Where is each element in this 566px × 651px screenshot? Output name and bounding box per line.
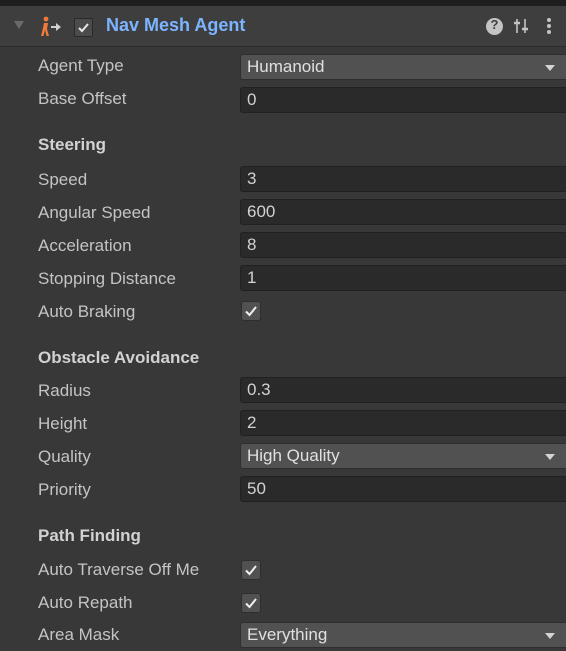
auto-braking-checkbox[interactable] bbox=[241, 301, 261, 321]
speed-label: Speed bbox=[38, 170, 88, 189]
area-mask-label: Area Mask bbox=[38, 625, 120, 644]
component-header[interactable]: Nav Mesh Agent ? bbox=[0, 6, 566, 47]
radius-input[interactable]: 0.3 bbox=[240, 377, 566, 403]
agent-type-dropdown[interactable]: Humanoid bbox=[240, 54, 566, 80]
auto-traverse-checkbox[interactable] bbox=[241, 560, 261, 580]
stopping-distance-label: Stopping Distance bbox=[38, 269, 176, 288]
quality-value: High Quality bbox=[247, 446, 340, 465]
base-offset-input[interactable]: 0 bbox=[240, 87, 566, 113]
auto-repath-checkbox[interactable] bbox=[241, 593, 261, 613]
auto-braking-label: Auto Braking bbox=[38, 302, 136, 321]
acceleration-label: Acceleration bbox=[38, 236, 132, 255]
dropdown-arrow-icon bbox=[545, 65, 555, 71]
path-finding-header: Path Finding bbox=[38, 526, 141, 545]
checkmark-icon bbox=[78, 23, 89, 33]
help-icon[interactable]: ? bbox=[486, 17, 503, 35]
checkmark-icon bbox=[245, 306, 257, 317]
stopping-distance-input[interactable]: 1 bbox=[240, 265, 566, 291]
component-title: Nav Mesh Agent bbox=[106, 15, 246, 35]
area-mask-value: Everything bbox=[247, 625, 328, 644]
auto-traverse-label: Auto Traverse Off Me bbox=[38, 560, 200, 579]
angular-speed-label: Angular Speed bbox=[38, 203, 151, 222]
speed-input[interactable]: 3 bbox=[240, 166, 566, 192]
acceleration-input[interactable]: 8 bbox=[240, 232, 566, 258]
nav-mesh-agent-icon bbox=[41, 16, 61, 36]
obstacle-avoidance-header: Obstacle Avoidance bbox=[38, 348, 200, 367]
presets-icon[interactable] bbox=[512, 17, 530, 35]
agent-type-value: Humanoid bbox=[247, 57, 325, 76]
context-menu-icon[interactable] bbox=[546, 16, 552, 36]
height-label: Height bbox=[38, 414, 88, 433]
dropdown-arrow-icon bbox=[545, 454, 555, 460]
quality-label: Quality bbox=[38, 447, 91, 466]
base-offset-label: Base Offset bbox=[38, 89, 127, 108]
quality-dropdown[interactable]: High Quality bbox=[240, 443, 566, 469]
auto-repath-label: Auto Repath bbox=[38, 593, 133, 612]
height-input[interactable]: 2 bbox=[240, 410, 566, 436]
angular-speed-input[interactable]: 600 bbox=[240, 199, 566, 225]
agent-type-label: Agent Type bbox=[38, 56, 124, 75]
foldout-arrow-icon[interactable] bbox=[14, 21, 24, 29]
priority-label: Priority bbox=[38, 480, 91, 499]
inspector-panel: Nav Mesh Agent ? Agent Type Humanoid Bas… bbox=[0, 0, 566, 651]
radius-label: Radius bbox=[38, 381, 91, 400]
checkmark-icon bbox=[245, 565, 257, 576]
component-enabled-checkbox[interactable] bbox=[74, 18, 93, 37]
area-mask-dropdown[interactable]: Everything bbox=[240, 622, 566, 648]
checkmark-icon bbox=[245, 598, 257, 609]
dropdown-arrow-icon bbox=[545, 633, 555, 639]
priority-input[interactable]: 50 bbox=[240, 476, 566, 502]
steering-header: Steering bbox=[38, 135, 107, 154]
